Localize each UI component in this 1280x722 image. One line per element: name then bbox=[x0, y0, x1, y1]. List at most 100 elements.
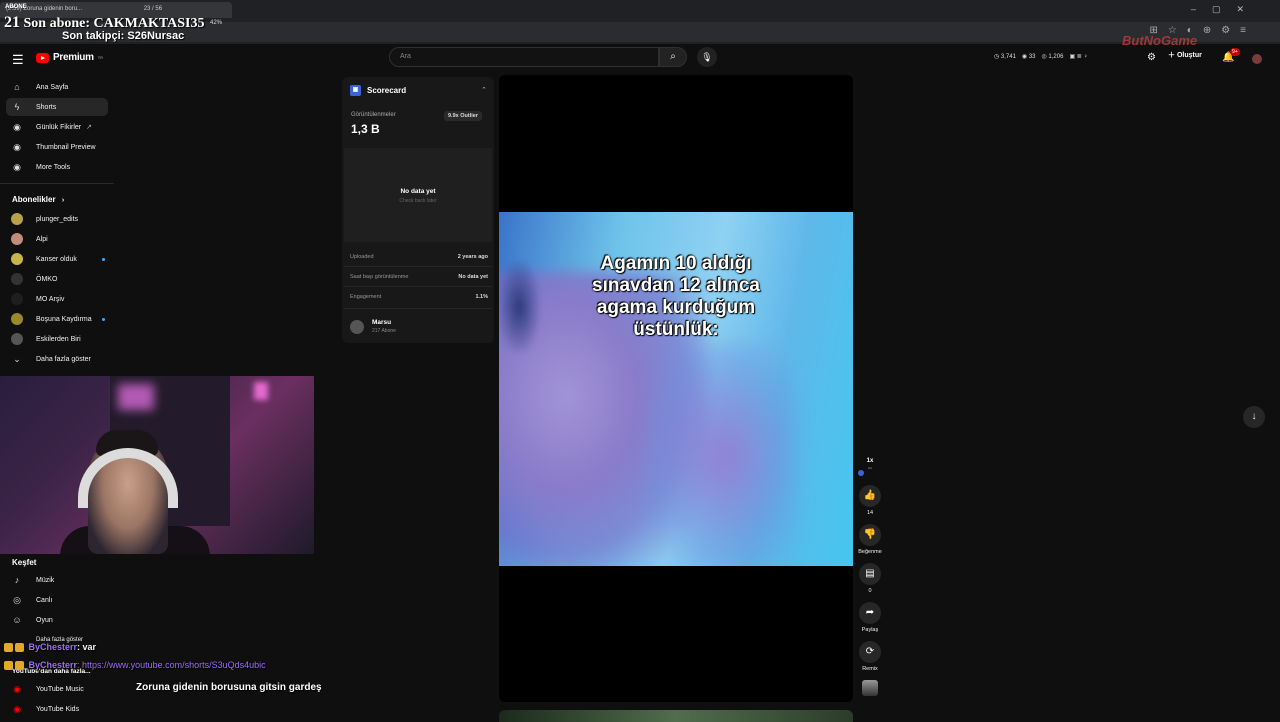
remix-button[interactable]: ⟳ Remix bbox=[858, 641, 882, 672]
channel-avatar bbox=[11, 333, 23, 345]
new-content-dot bbox=[102, 318, 105, 321]
logo-country: TR bbox=[97, 55, 104, 60]
show-more-subs-button[interactable]: ⌄ Daha fazla göster bbox=[6, 350, 108, 368]
mic-icon: 🎙 bbox=[701, 52, 713, 62]
comment-icon: ▤ bbox=[859, 563, 881, 585]
thumbs-down-icon: 👎 bbox=[859, 524, 881, 546]
sidebar-sub-item[interactable]: Kanser olduk bbox=[6, 250, 108, 268]
window-controls[interactable]: –▢✕ bbox=[1191, 4, 1260, 15]
nodata-text: No data yet bbox=[400, 188, 436, 195]
search-button[interactable]: ⌕ bbox=[659, 47, 687, 67]
music-icon: ♪ bbox=[14, 575, 20, 585]
speed-sublabel: hız bbox=[867, 466, 872, 470]
stream-ticker-text: Zoruna gidenin borusuna gitsin gardeş bbox=[136, 682, 322, 693]
voice-search-button[interactable]: 🎙 bbox=[697, 47, 717, 67]
sidebar-item-home[interactable]: ⌂ Ana Sayfa bbox=[6, 78, 108, 96]
menu-icon[interactable]: ☰ bbox=[12, 52, 24, 68]
shorts-icon: ϟ bbox=[14, 102, 20, 112]
thumbnail-icon: ◉ bbox=[13, 141, 21, 152]
search-input[interactable]: Ara bbox=[389, 47, 659, 67]
sidebar-sub-item[interactable]: Eskilerden Biri bbox=[6, 330, 108, 348]
tab-counter: 23 / 56 bbox=[143, 6, 163, 12]
scorecard-divider bbox=[344, 308, 492, 309]
channel-avatar bbox=[11, 233, 23, 245]
butnogame-watermark: ButNoGame bbox=[1122, 33, 1198, 48]
scorecard-divider bbox=[344, 266, 492, 267]
explore-header: Keşfet bbox=[12, 558, 37, 567]
last-follower-overlay: Son takipçi: S26Nursac bbox=[62, 30, 185, 42]
new-content-dot bbox=[102, 258, 105, 261]
dislike-label: Beğenme bbox=[858, 549, 882, 555]
youtube-premium-logo[interactable]: Premium TR bbox=[36, 52, 103, 63]
overlay-percent: 42% bbox=[210, 20, 223, 26]
extension-stats[interactable]: ◷ 3,741 ◉ 33 ◎ 1,206 ▣ ≣ ♀ bbox=[994, 53, 1088, 60]
thumbs-up-icon: 👍 bbox=[859, 485, 881, 507]
sidebar-sub-item[interactable]: ÖMKO bbox=[6, 270, 108, 288]
chat-text: : var bbox=[77, 642, 97, 652]
sidebar-item-more-tools[interactable]: ◉ More Tools bbox=[6, 158, 108, 176]
maximize-button[interactable]: ▢ bbox=[1212, 4, 1237, 14]
scorecard-title: Scorecard bbox=[367, 86, 407, 95]
sidebar-sub-item[interactable]: MO Arşiv bbox=[6, 290, 108, 308]
next-short-preview[interactable] bbox=[499, 710, 853, 722]
settings-gear-icon[interactable]: ⚙ bbox=[1147, 52, 1156, 63]
minimize-button[interactable]: – bbox=[1191, 4, 1212, 14]
chevron-down-icon: ⌄ bbox=[13, 353, 21, 364]
chat-badge-icon bbox=[4, 643, 13, 653]
chat-badge-icon bbox=[15, 661, 24, 671]
sound-thumbnail[interactable] bbox=[862, 680, 878, 696]
chat-username: ByChesterr bbox=[28, 660, 78, 670]
channel-avatar bbox=[350, 319, 364, 334]
avatar[interactable] bbox=[1252, 54, 1262, 64]
sidebar-item-daily-ideas[interactable]: ◉ Günlük Fikirler ↗ bbox=[6, 118, 108, 136]
video-caption: Agamın 10 aldığı sınavdan 12 alınca agam… bbox=[592, 253, 760, 340]
chat-username: ByChesterr bbox=[28, 642, 78, 652]
speed-button[interactable]: 1x bbox=[862, 458, 878, 464]
extension-icon[interactable]: ▣ ≣ ♀ bbox=[1069, 53, 1088, 60]
chat-message: ByChesterr: https://www.youtube.com/shor… bbox=[4, 660, 266, 671]
chat-link: : https://www.youtube.com/shorts/S3uQds4… bbox=[77, 660, 266, 670]
subscriptions-header[interactable]: Abonelikler › bbox=[12, 195, 64, 204]
chat-badge-icon bbox=[4, 661, 13, 671]
views-value: 1,3 B bbox=[351, 122, 380, 136]
yt-music-icon: ◉ bbox=[13, 683, 21, 694]
channel-avatar bbox=[11, 313, 23, 325]
scorecard-channel[interactable]: Marsu 217 Abone bbox=[350, 319, 396, 334]
live-icon: ◎ bbox=[13, 594, 21, 605]
logo-text: Premium bbox=[53, 52, 94, 63]
scorecard-logo-icon: ▣ bbox=[350, 85, 361, 96]
create-button[interactable]: ＋ Oluştur bbox=[1168, 50, 1202, 60]
chevron-up-icon[interactable]: ⌃ bbox=[481, 86, 487, 94]
webcam-neon-light bbox=[118, 384, 154, 410]
scorecard-row-hourly: Saat başı görüntülenme No data yet bbox=[350, 274, 488, 280]
share-button[interactable]: ➦ Paylaş bbox=[858, 602, 882, 633]
next-short-button[interactable]: ↓ bbox=[1243, 406, 1265, 428]
like-button[interactable]: 👍 14 bbox=[858, 485, 882, 516]
sidebar-item-yt-music[interactable]: ◉ YouTube Music bbox=[6, 680, 108, 698]
sidebar-item-yt-kids[interactable]: ◉ YouTube Kids bbox=[6, 700, 108, 718]
search-icon: ⌕ bbox=[670, 51, 676, 62]
sidebar-item-thumbnail-preview[interactable]: ◉ Thumbnail Preview bbox=[6, 138, 108, 156]
abone-text: Son abone: CAKMAKTASI35 bbox=[23, 16, 205, 31]
remix-label: Remix bbox=[862, 666, 878, 672]
remix-icon: ⟳ bbox=[859, 641, 881, 663]
sidebar-item-shorts[interactable]: ϟ Shorts bbox=[6, 98, 108, 116]
like-count: 14 bbox=[866, 510, 874, 516]
webcam-neon-light bbox=[254, 382, 268, 400]
share-label: Paylaş bbox=[861, 627, 879, 633]
sidebar-item-live[interactable]: ◎ Canlı bbox=[6, 591, 108, 609]
dislike-button[interactable]: 👎 Beğenme bbox=[858, 524, 882, 555]
sidebar-item-music[interactable]: ♪ Müzik bbox=[6, 571, 108, 589]
webcam-overlay bbox=[0, 376, 314, 554]
channel-avatar bbox=[11, 293, 23, 305]
close-window-button[interactable]: ✕ bbox=[1236, 4, 1260, 14]
comment-button[interactable]: ▤ 0 bbox=[858, 563, 882, 594]
speed-indicator-icon bbox=[858, 470, 864, 476]
sidebar-item-gaming[interactable]: ☺ Oyun bbox=[6, 611, 108, 629]
yt-kids-icon: ◉ bbox=[13, 703, 21, 714]
scorecard-header[interactable]: ▣ Scorecard bbox=[350, 85, 406, 96]
sidebar-sub-item[interactable]: plunger_edits bbox=[6, 210, 108, 228]
sidebar-sub-item[interactable]: Boşuna Kaydırma bbox=[6, 310, 108, 328]
channel-avatar bbox=[11, 213, 23, 225]
sidebar-sub-item[interactable]: Alpi bbox=[6, 230, 108, 248]
